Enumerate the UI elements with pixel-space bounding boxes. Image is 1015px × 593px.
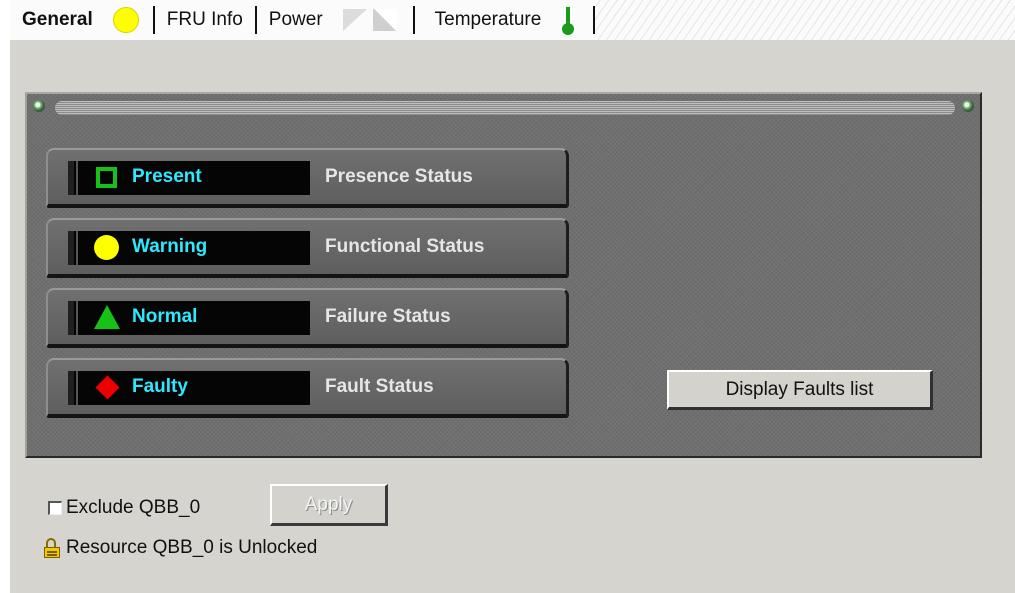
status-panel: Present Presence Status Warning Function… xyxy=(25,92,982,458)
fault-status-label: Fault Status xyxy=(325,376,434,397)
thermometer-icon xyxy=(561,5,575,35)
green-square-icon xyxy=(96,167,117,188)
failure-status-value: Normal xyxy=(132,306,198,327)
tab-temperature[interactable]: Temperature xyxy=(415,0,594,40)
functional-status-value: Warning xyxy=(132,236,208,257)
tab-temperature-label: Temperature xyxy=(434,9,542,30)
exclude-qbb-checkbox-row[interactable]: Exclude QBB_0 xyxy=(48,497,200,519)
apply-button[interactable]: Apply xyxy=(270,484,388,526)
tab-general[interactable]: General xyxy=(10,0,153,40)
functional-status-label: Functional Status xyxy=(325,236,485,257)
green-triangle-icon xyxy=(94,305,120,329)
screw-icon xyxy=(33,100,45,112)
screw-icon xyxy=(962,100,974,112)
status-display: Warning xyxy=(68,231,310,265)
failure-status-label: Failure Status xyxy=(325,306,451,327)
power-icon xyxy=(342,9,399,31)
tab-bar: General FRU Info Power Temperature xyxy=(10,0,1015,40)
tab-fru-info[interactable]: FRU Info xyxy=(155,0,255,40)
panel-rail xyxy=(55,101,955,115)
red-diamond-icon xyxy=(95,375,120,400)
failure-status-row: Normal Failure Status xyxy=(46,288,569,348)
status-display: Faulty xyxy=(68,371,310,405)
presence-status-label: Presence Status xyxy=(325,166,473,187)
tab-fru-info-label: FRU Info xyxy=(166,9,243,30)
yellow-circle-icon xyxy=(94,235,119,260)
status-display: Normal xyxy=(68,301,310,335)
tab-power[interactable]: Power xyxy=(257,0,413,40)
presence-status-row: Present Presence Status xyxy=(46,148,569,208)
presence-status-value: Present xyxy=(132,166,202,187)
lock-status: Resource QBB_0 is Unlocked xyxy=(44,537,317,559)
tab-power-label: Power xyxy=(268,9,323,30)
tab-divider xyxy=(593,6,596,34)
status-warning-circle-icon xyxy=(112,7,139,33)
status-display: Present xyxy=(68,161,310,195)
fault-status-value: Faulty xyxy=(132,376,188,397)
functional-status-row: Warning Functional Status xyxy=(46,218,569,278)
lock-status-text: Resource QBB_0 is Unlocked xyxy=(66,537,318,558)
display-faults-list-button[interactable]: Display Faults list xyxy=(667,370,933,410)
tab-general-label: General xyxy=(22,9,93,30)
general-page: Present Presence Status Warning Function… xyxy=(10,40,1015,593)
unlocked-padlock-icon xyxy=(44,538,60,558)
exclude-checkbox-label: Exclude QBB_0 xyxy=(66,497,201,518)
fault-status-row: Faulty Fault Status xyxy=(46,358,569,418)
exclude-checkbox[interactable] xyxy=(48,501,62,515)
